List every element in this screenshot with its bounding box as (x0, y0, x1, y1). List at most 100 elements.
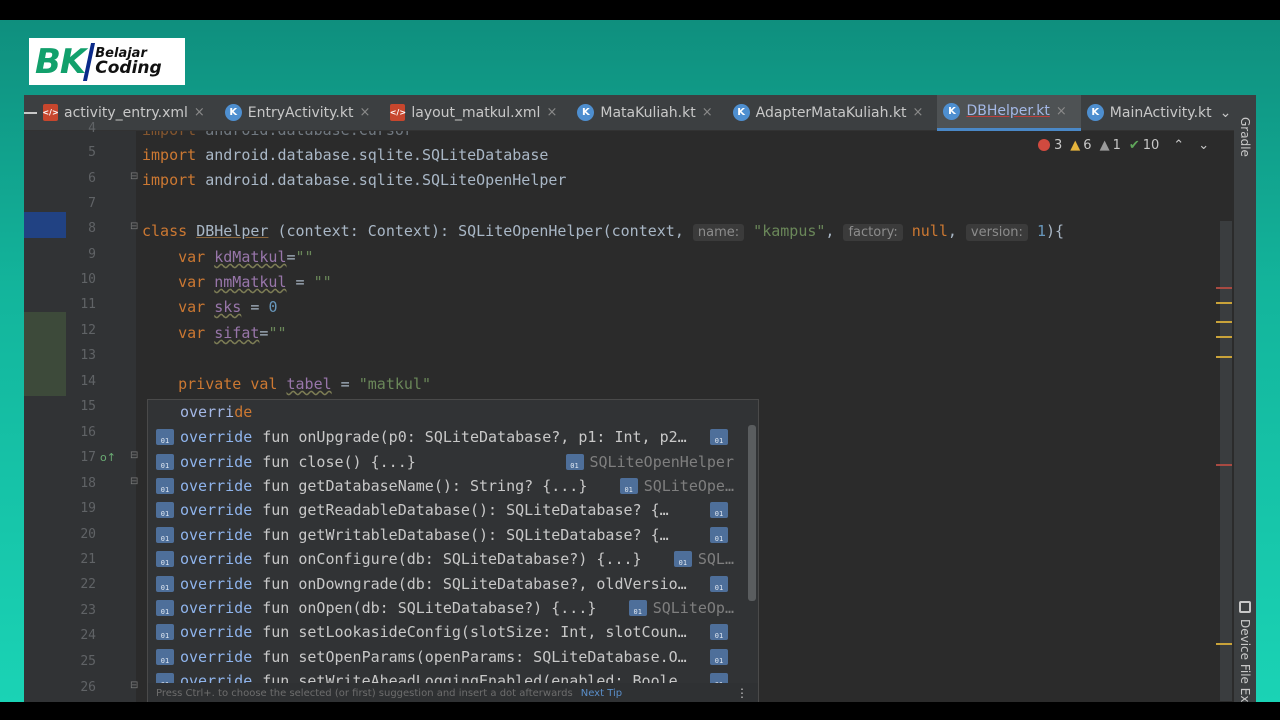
tab-0[interactable]: </> activity_entry.xml × (37, 95, 219, 131)
close-tab-icon[interactable]: × (702, 105, 713, 120)
close-tab-icon[interactable]: × (1056, 104, 1067, 119)
completion-source: 01 (706, 624, 734, 641)
completion-item[interactable]: 01 override fun onOpen(db: SQLiteDatabase?… (148, 596, 748, 620)
ok-count[interactable]: ✔ 10 (1129, 138, 1159, 153)
method-icon: 01 (156, 624, 174, 641)
completion-keyword: override (180, 501, 253, 520)
errors-count[interactable]: 3 (1038, 138, 1062, 153)
completion-item[interactable]: 01 override fun getWritableDatabase(): SQL… (148, 523, 748, 547)
code-line-5: import android.database.sqlite.SQLiteDat… (142, 146, 549, 164)
warning-stripe-marker (1216, 356, 1232, 358)
right-tool-strip: Gradle Device File Ex (1234, 95, 1256, 702)
completion-scrollbar[interactable] (748, 425, 756, 601)
tab-label: DBHelper.kt (966, 103, 1050, 119)
override-gutter-icon[interactable]: o↑ (100, 451, 116, 464)
tab-1[interactable]: K EntryActivity.kt × (219, 95, 385, 131)
completion-item[interactable]: 01 override fun onUpgrade(p0: SQLiteDataba… (148, 425, 748, 449)
line-number: 18 (80, 476, 96, 491)
line-number: 19 (80, 501, 96, 516)
gradle-tool-button[interactable]: Gradle (1238, 117, 1252, 157)
completion-item[interactable]: 01 override fun getReadableDatabase(): SQL… (148, 498, 748, 522)
method-icon: 01 (156, 526, 174, 543)
fold-icon[interactable]: ⊟ (130, 476, 138, 487)
completion-source-class: SQLiteOpenHelper (589, 452, 735, 471)
inspection-widget[interactable]: 3 ▲ 6 ▲ 1 ✔ 10 ⌃ ⌄ (1038, 135, 1217, 155)
line-number: 13 (80, 348, 96, 363)
method-icon: 01 (156, 477, 174, 494)
completion-signature: fun setOpenParams(openParams: SQLiteData… (262, 647, 687, 666)
line-number: 5 (88, 145, 96, 160)
warning-stripe-marker (1216, 643, 1232, 645)
completion-source-class: SQL… (697, 550, 734, 569)
check-icon: ✔ (1128, 137, 1140, 153)
completion-item[interactable]: 01 override fun onDowngrade(db: SQLiteData… (148, 571, 748, 595)
close-tab-icon[interactable]: × (913, 105, 924, 120)
fold-icon[interactable]: ⊟ (130, 221, 138, 232)
completion-signature: fun close() {...} (262, 452, 416, 471)
close-tab-icon[interactable]: × (359, 105, 370, 120)
method-icon: 01 (156, 551, 174, 568)
close-tab-icon[interactable]: × (546, 105, 557, 120)
completion-source: 01 (706, 526, 734, 543)
fold-icon[interactable]: ⊟ (130, 450, 138, 461)
method-icon: 01 (628, 599, 647, 616)
line-number: 8 (88, 221, 96, 236)
tab-4[interactable]: K AdapterMataKuliah.kt × (727, 95, 938, 131)
completion-keyword: override (180, 574, 253, 593)
completion-signature: fun getDatabaseName(): String? {...} (262, 476, 588, 495)
completion-signature: fun onConfigure(db: SQLiteDatabase?) {..… (262, 550, 642, 569)
line-number: 6 (88, 171, 96, 186)
completion-keyword: override (180, 476, 253, 495)
device-file-explorer-button[interactable]: Device File Ex (1238, 619, 1252, 702)
completion-signature: fun getWritableDatabase(): SQLiteDatabas… (262, 525, 669, 544)
fold-icon[interactable]: ⊟ (130, 680, 138, 691)
minus-icon (24, 111, 37, 114)
line-number: 12 (80, 323, 96, 338)
close-tab-icon[interactable]: × (194, 105, 205, 120)
completion-item[interactable]: 01 override fun close() {...} 01 SQLiteOpenH… (148, 449, 748, 473)
weak-warnings-count[interactable]: ▲ 1 (1100, 138, 1121, 153)
next-highlight-button[interactable]: ⌄ (1198, 138, 1209, 153)
completion-source-class: SQLiteOpe… (643, 476, 734, 495)
chevron-down-icon[interactable]: ⌄ (1220, 105, 1232, 121)
tab-label: layout_matkul.xml (411, 104, 541, 121)
warning-stripe-marker (1216, 302, 1232, 304)
line-number: 25 (80, 654, 96, 669)
tab-2[interactable]: </> layout_matkul.xml × (384, 95, 571, 131)
line-number: 24 (80, 628, 96, 643)
method-icon: 01 (156, 648, 174, 665)
warnings-count[interactable]: ▲ 6 (1070, 138, 1091, 153)
error-icon (1038, 139, 1050, 151)
completion-item[interactable]: 01 override fun onConfigure(db: SQLiteData… (148, 547, 748, 571)
code-line-8: class DBHelper (context: Context): SQLit… (142, 222, 1065, 241)
code-line-9: var kdMatkul="" (178, 248, 314, 266)
code-line-14: private val tabel = "matkul" (178, 375, 431, 393)
editor-scrollbar[interactable] (1220, 221, 1232, 701)
previous-highlight-button[interactable]: ⌃ (1173, 138, 1184, 153)
kotlin-file-icon: K (224, 104, 242, 121)
tab-label: AdapterMataKuliah.kt (755, 104, 907, 121)
method-icon: 01 (156, 429, 174, 446)
next-tip-link[interactable]: Next Tip (581, 688, 622, 699)
tab-5[interactable]: K DBHelper.kt × (937, 95, 1081, 131)
tab-6[interactable]: K MainActivity.kt ⌄ (1081, 95, 1238, 131)
code-line-10: var nmMatkul = "" (178, 273, 332, 291)
code-line-4: import android.database.Cursor (142, 131, 413, 143)
warning-icon: ▲ (1070, 137, 1081, 153)
method-icon: 01 (710, 502, 728, 519)
more-options-icon[interactable]: ⋮ (736, 686, 748, 700)
tab-list: </> activity_entry.xml × K EntryActivity.kt ×… (37, 95, 1237, 131)
fold-icon[interactable]: ⊟ (130, 171, 138, 182)
completion-item[interactable]: 01 override fun setOpenParams(openParams: … (148, 645, 748, 669)
method-icon: 01 (565, 453, 584, 470)
completion-keyword: override (180, 623, 253, 642)
method-icon: 01 (673, 551, 692, 568)
kotlin-file-icon: K (732, 104, 750, 121)
completion-item[interactable]: 01 override fun getDatabaseName(): String?… (148, 474, 748, 498)
kotlin-file-icon: K (577, 104, 595, 121)
completion-item[interactable]: 01 override fun setLookasideConfig(slotSiz… (148, 620, 748, 644)
warning-stripe-marker (1216, 321, 1232, 323)
line-number: 23 (80, 603, 96, 618)
collapse-panel-button[interactable] (24, 95, 37, 131)
tab-3[interactable]: K MataKuliah.kt × (571, 95, 726, 131)
